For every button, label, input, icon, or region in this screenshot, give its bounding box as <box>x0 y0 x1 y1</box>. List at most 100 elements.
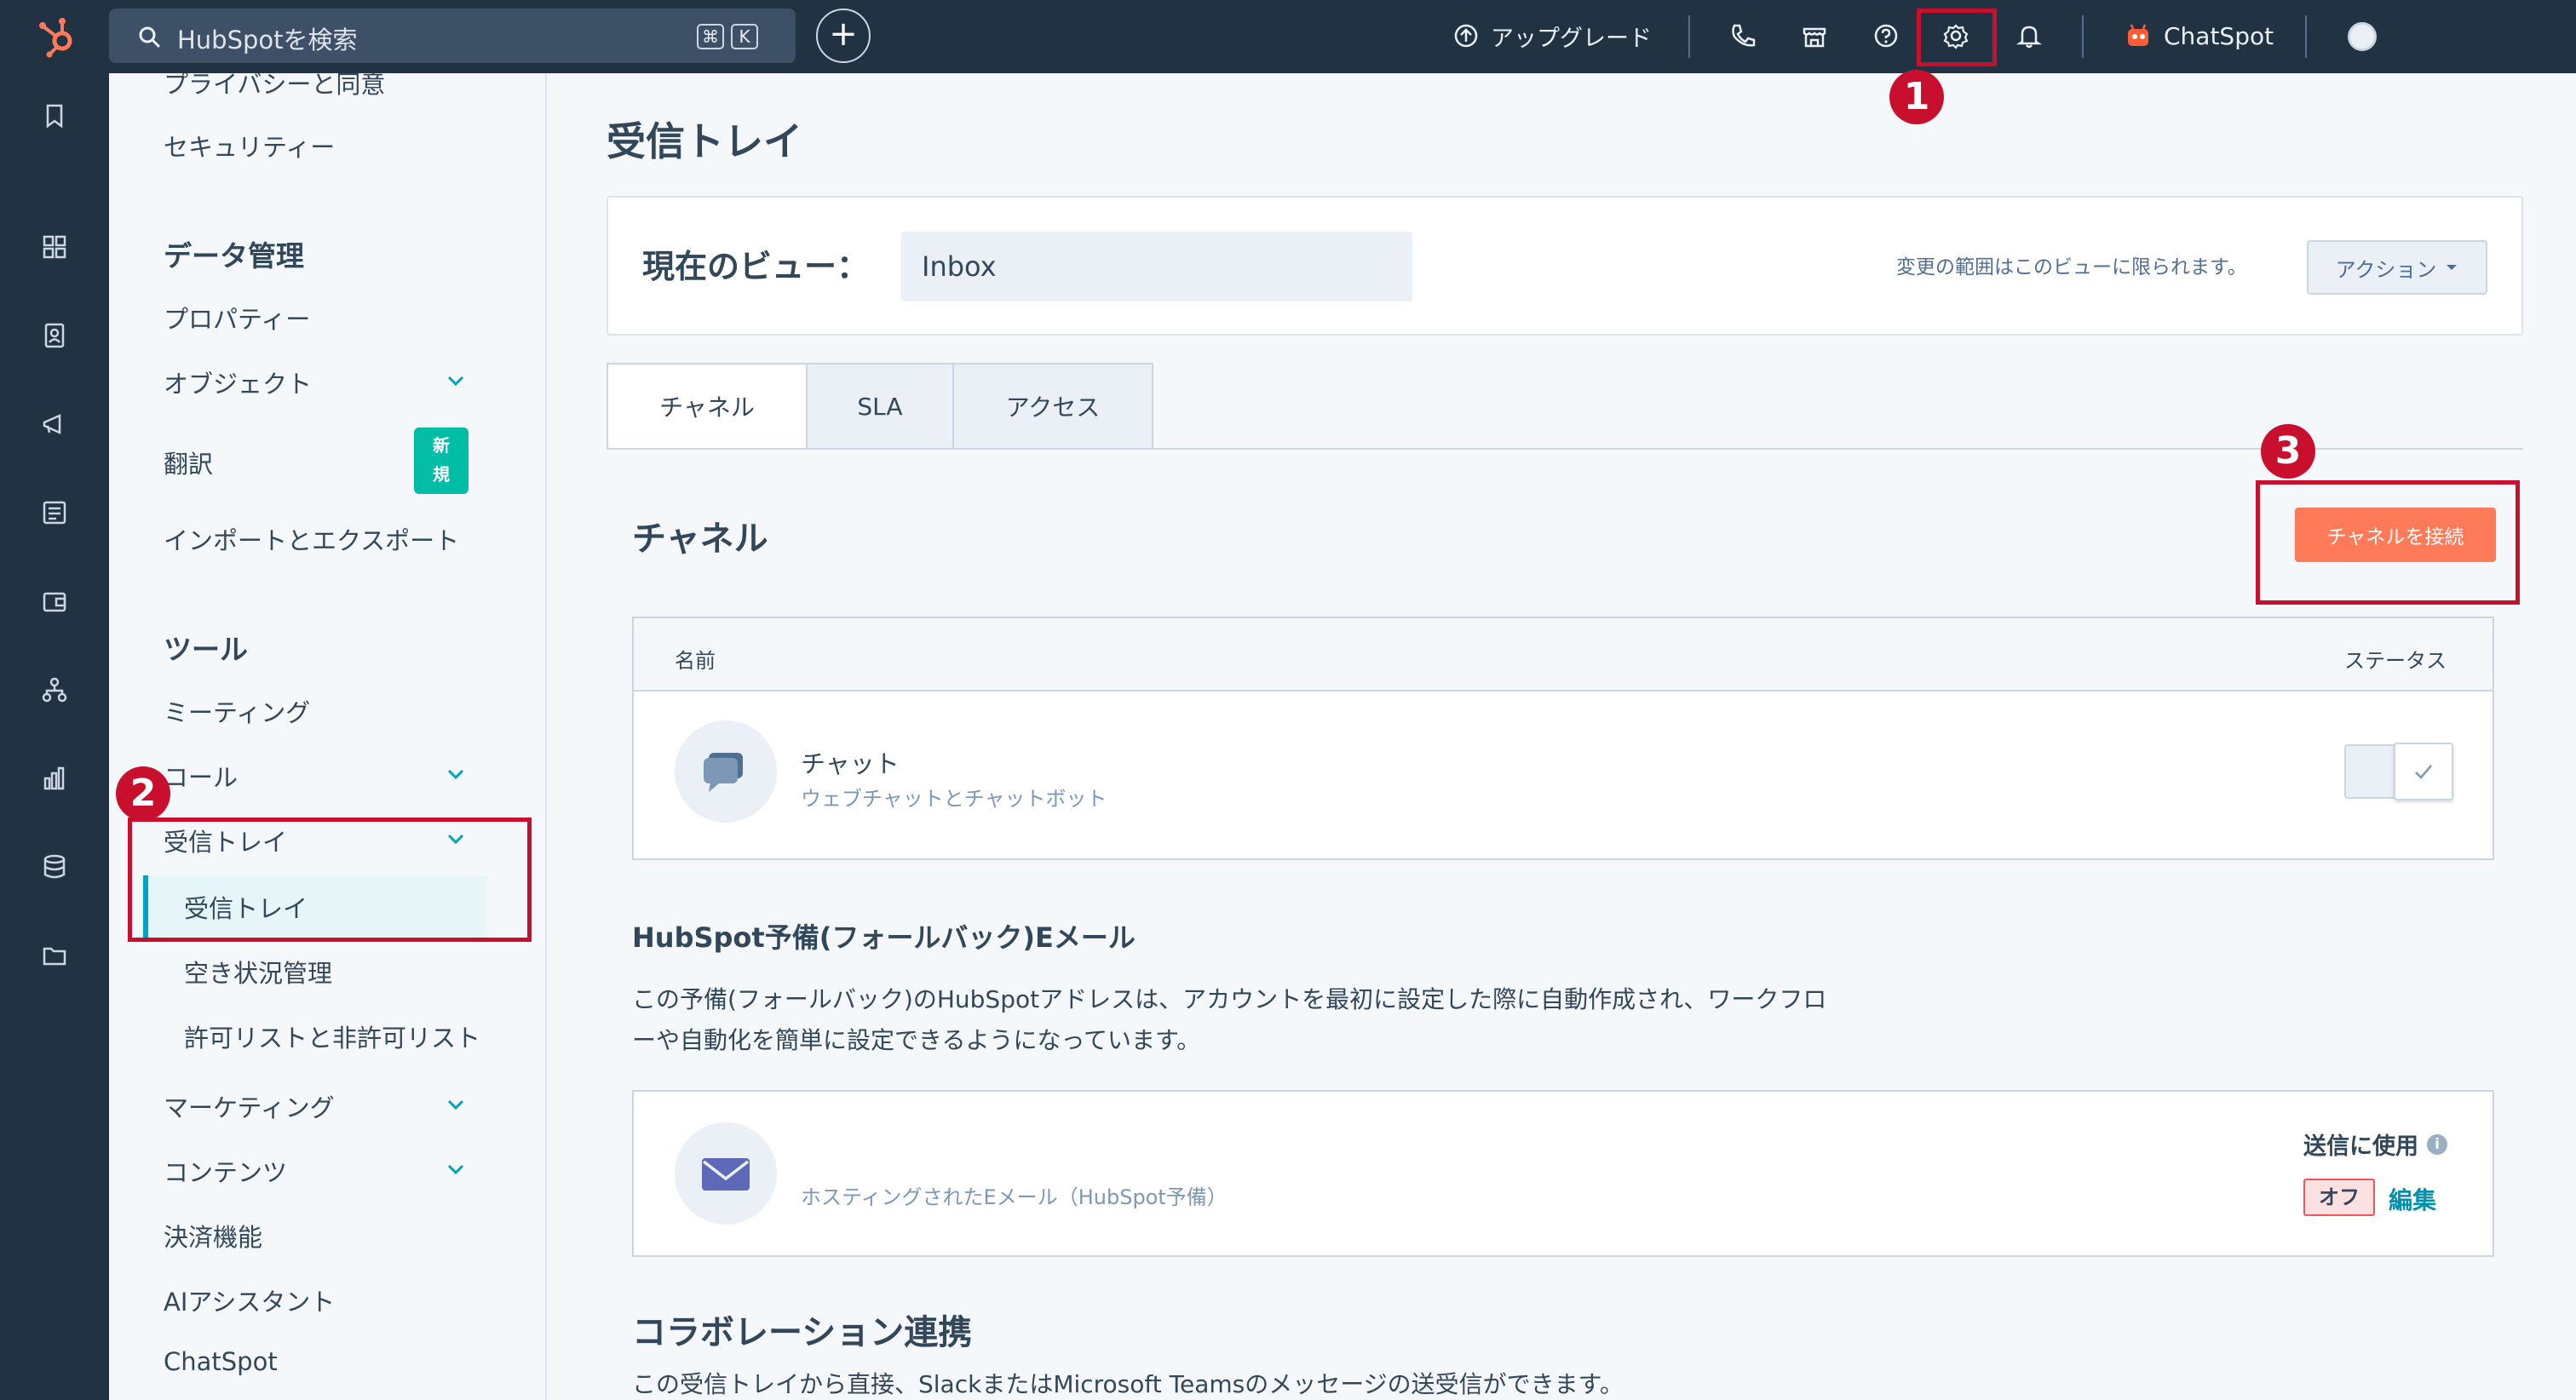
data-management-icon[interactable] <box>39 852 70 882</box>
topbar-divider <box>2082 15 2084 58</box>
page-title: 受信トレイ <box>607 118 802 164</box>
chat-channel-avatar <box>675 720 777 823</box>
collaboration-description: この受信トレイから直接、SlackまたはMicrosoft Teamsのメッセー… <box>632 1370 1624 1398</box>
reporting-chart-icon[interactable] <box>39 763 70 794</box>
sidebar-item-properties[interactable]: プロパティー <box>164 300 310 336</box>
collaboration-section-title: コラボレーション連携 <box>632 1313 973 1352</box>
upgrade-button[interactable]: アップグレード <box>1453 15 1652 56</box>
tab-sla[interactable]: SLA <box>806 363 954 450</box>
sidebar-heading-tools: ツール <box>164 633 248 666</box>
settings-tabs: チャネル SLA アクセス <box>607 363 1153 450</box>
sidebar-item-translation[interactable]: 翻訳 <box>164 445 213 480</box>
phone-icon[interactable] <box>1726 19 1760 53</box>
highlight-box-settings <box>1917 9 1997 66</box>
caret-down-icon <box>2447 265 2458 270</box>
upgrade-arrow-icon <box>1454 24 1478 48</box>
view-name-field[interactable]: Inbox <box>901 232 1412 301</box>
upgrade-label: アップグレード <box>1491 25 1652 52</box>
sidebar-item-objects[interactable]: オブジェクト <box>164 364 312 400</box>
sidebar-item-chatspot[interactable]: ChatSpot <box>164 1347 278 1376</box>
commerce-wallet-icon[interactable] <box>39 586 70 617</box>
contacts-icon[interactable] <box>39 320 70 351</box>
sidebar-item-calls[interactable]: コール <box>164 758 238 794</box>
sidebar-item-privacy-consent[interactable]: プライバシーと同意 <box>164 73 385 100</box>
chat-bubble-icon <box>704 753 743 792</box>
sidebar-item-import-export[interactable]: インポートとエクスポート <box>164 521 459 557</box>
sidebar-subitem-availability[interactable]: 空き状況管理 <box>184 954 332 990</box>
hubspot-logo-icon[interactable] <box>34 14 80 60</box>
view-scope-note: 変更の範囲はこのビューに限られます。 <box>1896 256 2247 278</box>
library-folder-icon[interactable] <box>39 940 70 971</box>
current-view-card: 現在のビュー： Inbox 変更の範囲はこのビューに限られます。 アクション <box>607 196 2523 336</box>
chevron-down-icon[interactable] <box>441 366 470 395</box>
info-icon[interactable]: i <box>2427 1133 2447 1155</box>
toggle-knob[interactable] <box>2394 743 2453 800</box>
tabs-divider <box>607 448 2523 450</box>
channel-name-chat[interactable]: チャット <box>801 744 900 780</box>
automation-icon[interactable] <box>39 674 70 705</box>
highlight-box-inbox <box>128 818 532 942</box>
edit-link[interactable]: 編集 <box>2389 1182 2436 1216</box>
search-placeholder: HubSpotを検索 <box>177 26 358 55</box>
topbar-divider <box>1688 15 1690 58</box>
k-key-hint: K <box>731 24 758 49</box>
column-header-name: 名前 <box>675 649 716 673</box>
fallback-email-title: HubSpot予備(フォールバック)Eメール <box>632 921 1136 954</box>
bookmark-icon[interactable] <box>39 100 70 131</box>
channel-description: ウェブチャットとチャットボット <box>801 787 1107 811</box>
step-marker-2: 2 <box>116 766 170 821</box>
email-avatar <box>675 1122 777 1225</box>
step-marker-1: 1 <box>1889 70 1944 124</box>
status-off-badge: オフ <box>2303 1179 2375 1216</box>
sidebar-item-meetings[interactable]: ミーティング <box>164 693 310 729</box>
sidebar-item-ai-assistant[interactable]: AIアシスタント <box>164 1282 335 1318</box>
sidebar-subitem-allow-block-lists[interactable]: 許可リストと非許可リスト <box>184 1018 480 1054</box>
create-new-button[interactable]: + <box>816 9 871 63</box>
main-content: 受信トレイ 現在のビュー： Inbox 変更の範囲はこのビューに限られます。 ア… <box>547 73 2576 1400</box>
chevron-down-icon[interactable] <box>441 760 470 789</box>
checkmark-icon <box>2415 765 2432 779</box>
search-icon <box>139 26 161 49</box>
top-navigation-bar: HubSpotを検索 ⌘ K + アップグレード ChatSpot <box>0 0 2576 73</box>
highlight-box-connect <box>2256 480 2520 605</box>
sidebar-item-security[interactable]: セキュリティー <box>164 128 335 164</box>
tab-access[interactable]: アクセス <box>952 363 1153 450</box>
chatspot-button[interactable]: ChatSpot <box>2125 15 2274 56</box>
new-badge: 新規 <box>414 427 469 494</box>
envelope-icon <box>702 1158 750 1191</box>
chevron-down-icon[interactable] <box>441 1155 470 1184</box>
hosted-email-description: ホスティングされたEメール（HubSpot予備） <box>801 1185 1228 1209</box>
fallback-email-card: ホスティングされたEメール（HubSpot予備） 送信に使用 i オフ 編集 <box>632 1090 2494 1257</box>
step-marker-3: 3 <box>2261 424 2315 479</box>
notifications-bell-icon[interactable] <box>2012 19 2046 53</box>
sidebar-item-payments[interactable]: 決済機能 <box>164 1218 262 1254</box>
use-for-sending-text: 送信に使用 <box>2303 1133 2418 1160</box>
content-icon[interactable] <box>39 497 70 528</box>
actions-dropdown-button[interactable]: アクション <box>2307 240 2487 295</box>
help-icon[interactable] <box>1869 19 1903 53</box>
chatspot-label: ChatSpot <box>2164 21 2274 50</box>
sidebar-item-marketing[interactable]: マーケティング <box>164 1088 335 1124</box>
chevron-down-icon[interactable] <box>441 1090 470 1119</box>
marketing-megaphone-icon[interactable] <box>39 409 70 439</box>
fallback-description-line-2: ーや自動化を簡単に設定できるようになっています。 <box>632 1026 1201 1054</box>
channels-table: 名前 ステータス チャット ウェブチャットとチャットボット <box>632 617 2494 860</box>
settings-sidebar: プライバシーと同意 セキュリティー データ管理 プロパティー オブジェクト 翻訳… <box>109 73 547 1400</box>
actions-label: アクション <box>2335 257 2437 282</box>
current-view-label: 現在のビュー： <box>642 248 870 285</box>
tab-channels[interactable]: チャネル <box>607 363 808 450</box>
topbar-divider <box>2305 15 2307 58</box>
fallback-description-line-1: この予備(フォールバック)のHubSpotアドレスは、アカウントを最初に設定した… <box>632 985 1827 1013</box>
use-for-sending-label: 送信に使用 i <box>2303 1127 2447 1161</box>
channels-section-title: チャネル <box>632 519 768 559</box>
column-header-status: ステータス <box>2344 649 2447 673</box>
sidebar-heading-data-management: データ管理 <box>164 239 304 273</box>
left-navigation-rail <box>0 73 109 1400</box>
command-key-hint: ⌘ <box>697 24 724 49</box>
global-search-bar[interactable]: HubSpotを検索 ⌘ K <box>109 9 796 63</box>
user-avatar[interactable] <box>2348 22 2377 51</box>
chatspot-icon <box>2128 24 2148 46</box>
sidebar-item-content[interactable]: コンテンツ <box>164 1153 287 1189</box>
workspaces-grid-icon[interactable] <box>39 232 70 262</box>
marketplace-icon[interactable] <box>1797 19 1831 53</box>
